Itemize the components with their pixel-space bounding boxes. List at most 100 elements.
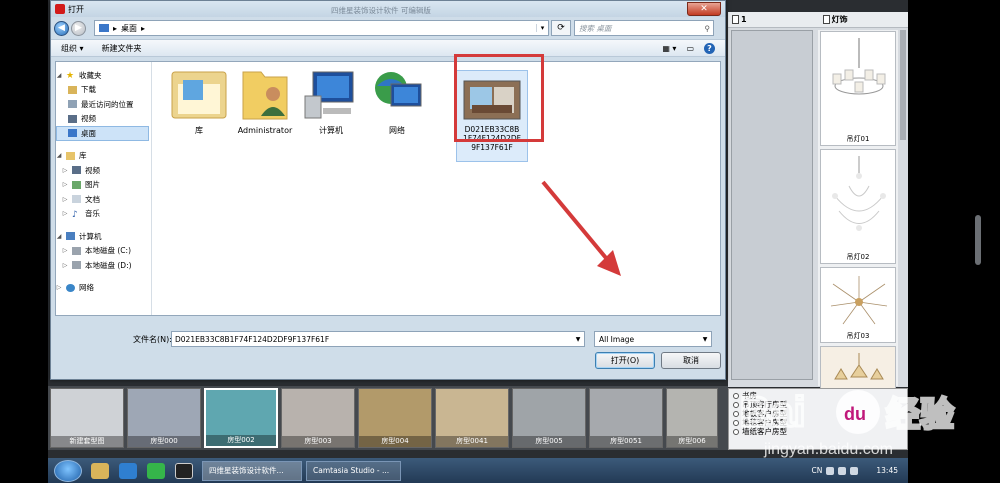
category-list[interactable] <box>731 30 813 380</box>
nav-desktop[interactable]: 桌面 <box>56 126 149 141</box>
video-folder-icon <box>68 114 77 123</box>
nav-documents[interactable]: ▷ 文档 <box>56 192 151 207</box>
room-strip: 新建套型图 房型000 房型002 房型003 房型004 房型0041 房型0… <box>48 386 728 450</box>
volume-icon[interactable] <box>850 466 859 475</box>
room-thumb[interactable]: 房型000 <box>127 388 201 448</box>
file-item-administrator[interactable]: Administrator <box>232 66 298 156</box>
nav-recent[interactable]: 最近访问的位置 <box>56 97 151 112</box>
organize-button[interactable]: 组织 ▾ <box>61 43 84 54</box>
room-thumb[interactable]: 房型003 <box>281 388 355 448</box>
computer-icon <box>304 71 354 119</box>
lamp-scrollbar[interactable] <box>900 30 906 140</box>
room-thumb[interactable]: 房型0041 <box>435 388 509 448</box>
desktop-icon <box>99 24 109 32</box>
breadcrumb[interactable]: ▸ 桌面 ▸ ▾ <box>94 20 549 36</box>
lamp-item[interactable]: 吊灯03 <box>820 267 896 343</box>
room-thumb[interactable]: 房型002 <box>204 388 278 448</box>
room-label: 新建套型图 <box>51 436 123 447</box>
nav-music[interactable]: ▷ ♪ 音乐 <box>56 207 151 222</box>
highlight-box <box>454 54 544 142</box>
computer-icon <box>66 232 75 241</box>
room-thumb[interactable]: 房型005 <box>512 388 586 448</box>
nav-drive-d[interactable]: ▷ 本地磁盘 (D:) <box>56 258 151 273</box>
new-folder-button[interactable]: 新建文件夹 <box>102 43 142 54</box>
file-item-computer[interactable]: 计算机 <box>298 66 364 156</box>
app-logo-icon <box>55 4 65 14</box>
refresh-button[interactable]: ⟳ <box>551 20 571 36</box>
system-tray: CN 13:45 <box>812 466 908 475</box>
clock[interactable]: 13:45 <box>876 466 898 475</box>
nav-pictures[interactable]: ▷ 图片 <box>56 178 151 193</box>
room-thumb[interactable]: 新建套型图 <box>50 388 124 448</box>
tab-1[interactable]: 1 <box>728 15 751 24</box>
nav-network[interactable]: ▷ 网络 <box>56 281 151 296</box>
task-design-software[interactable]: 四维星装饰设计软件... <box>202 460 302 481</box>
open-button[interactable]: 打开(O) <box>595 352 655 369</box>
file-item-library[interactable]: 库 <box>166 66 232 156</box>
file-item-network[interactable]: 网络 <box>364 66 430 156</box>
radio-icon <box>733 392 739 399</box>
lamp-grid: 吊灯01 吊灯02 吊灯03 <box>818 30 898 401</box>
room-label: 房型005 <box>513 436 585 447</box>
cancel-button[interactable]: 取消 <box>661 352 721 369</box>
tab-icon <box>732 15 739 24</box>
task-camtasia[interactable]: Camtasia Studio - ... <box>306 460 401 481</box>
room-label: 房型0041 <box>436 436 508 447</box>
nav-libraries[interactable]: ◢ 库 <box>56 149 151 164</box>
search-input[interactable]: 搜索 桌面 ⚲ <box>574 20 714 36</box>
forward-button[interactable]: ▶ <box>71 20 86 36</box>
drive-icon <box>72 261 81 270</box>
side-handle[interactable] <box>975 215 981 265</box>
filetype-select[interactable]: All Image ▼ <box>594 331 712 347</box>
wechat-icon[interactable] <box>147 462 165 479</box>
back-button[interactable]: ◀ <box>54 20 69 36</box>
help-icon[interactable]: ? <box>704 42 715 54</box>
room-label: 房型002 <box>206 435 276 446</box>
tab-lighting[interactable]: 灯饰 <box>819 14 852 25</box>
lamp-tab-icon <box>822 15 830 24</box>
taskbar: 四维星装饰设计软件... Camtasia Studio - ... CN 13… <box>48 458 908 483</box>
preview-pane-icon[interactable]: ▭ <box>686 44 694 53</box>
room-label: 房型000 <box>128 436 200 447</box>
browser-icon[interactable] <box>119 462 137 479</box>
nav-downloads[interactable]: 下载 <box>56 83 151 98</box>
qq-icon[interactable] <box>175 462 193 479</box>
nav-videos-fav[interactable]: 视频 <box>56 112 151 127</box>
chevron-down-icon[interactable]: ▼ <box>572 336 584 343</box>
nav-favorites[interactable]: ◢ ★ 收藏夹 <box>56 68 151 83</box>
dialog-titlebar: 打开 四维星装饰设计软件 可编辑版 ✕ <box>51 1 725 17</box>
dialog-title: 打开 <box>68 4 84 14</box>
view-options-icon[interactable]: ▦ ▾ <box>662 44 676 53</box>
nav-drive-c[interactable]: ▷ 本地磁盘 (C:) <box>56 244 151 259</box>
option-wallpaper[interactable]: 墙纸客户房型 <box>733 427 903 436</box>
room-thumb[interactable]: 房型006 <box>666 388 718 448</box>
explorer-icon[interactable] <box>91 462 109 479</box>
annotation-arrow <box>541 180 621 276</box>
option-study[interactable]: 书房 <box>733 391 903 400</box>
filename-input[interactable]: D021EB33C8B1F74F124D2DF9F137F61F ▼ <box>171 331 585 347</box>
room-thumb[interactable]: 房型0051 <box>589 388 663 448</box>
file-list: 库 Administrator 计算机 网络 D021EB33C8B 1F74F… <box>156 66 716 311</box>
room-label: 房型006 <box>667 436 717 447</box>
option-floor[interactable]: 地板客户房型 <box>733 409 903 418</box>
sputnik-lamp-icon <box>830 276 888 325</box>
search-icon: ⚲ <box>704 23 711 33</box>
close-button[interactable]: ✕ <box>687 2 721 16</box>
pictures-folder-icon <box>72 180 81 189</box>
lamp-item[interactable]: 吊灯01 <box>820 31 896 146</box>
breadcrumb-item[interactable]: 桌面 <box>121 23 137 34</box>
nav-computer[interactable]: ◢ 计算机 <box>56 229 151 244</box>
language-indicator[interactable]: CN <box>812 466 823 475</box>
option-ceiling[interactable]: 吊顶客厅房型 <box>733 400 903 409</box>
desktop-icon <box>68 129 77 138</box>
nav-videos[interactable]: ▷ 视频 <box>56 163 151 178</box>
tray-icon[interactable] <box>826 466 835 475</box>
start-button[interactable] <box>54 459 82 482</box>
filename-label: 文件名(N): <box>133 335 172 344</box>
lamp-label: 吊灯02 <box>846 253 870 261</box>
lamp-item[interactable]: 吊灯02 <box>820 149 896 264</box>
tray-icon[interactable] <box>838 466 847 475</box>
option-carpet[interactable]: 地毯客户房型 <box>733 418 903 427</box>
room-thumb[interactable]: 房型004 <box>358 388 432 448</box>
chevron-down-icon[interactable]: ▾ <box>536 24 548 32</box>
